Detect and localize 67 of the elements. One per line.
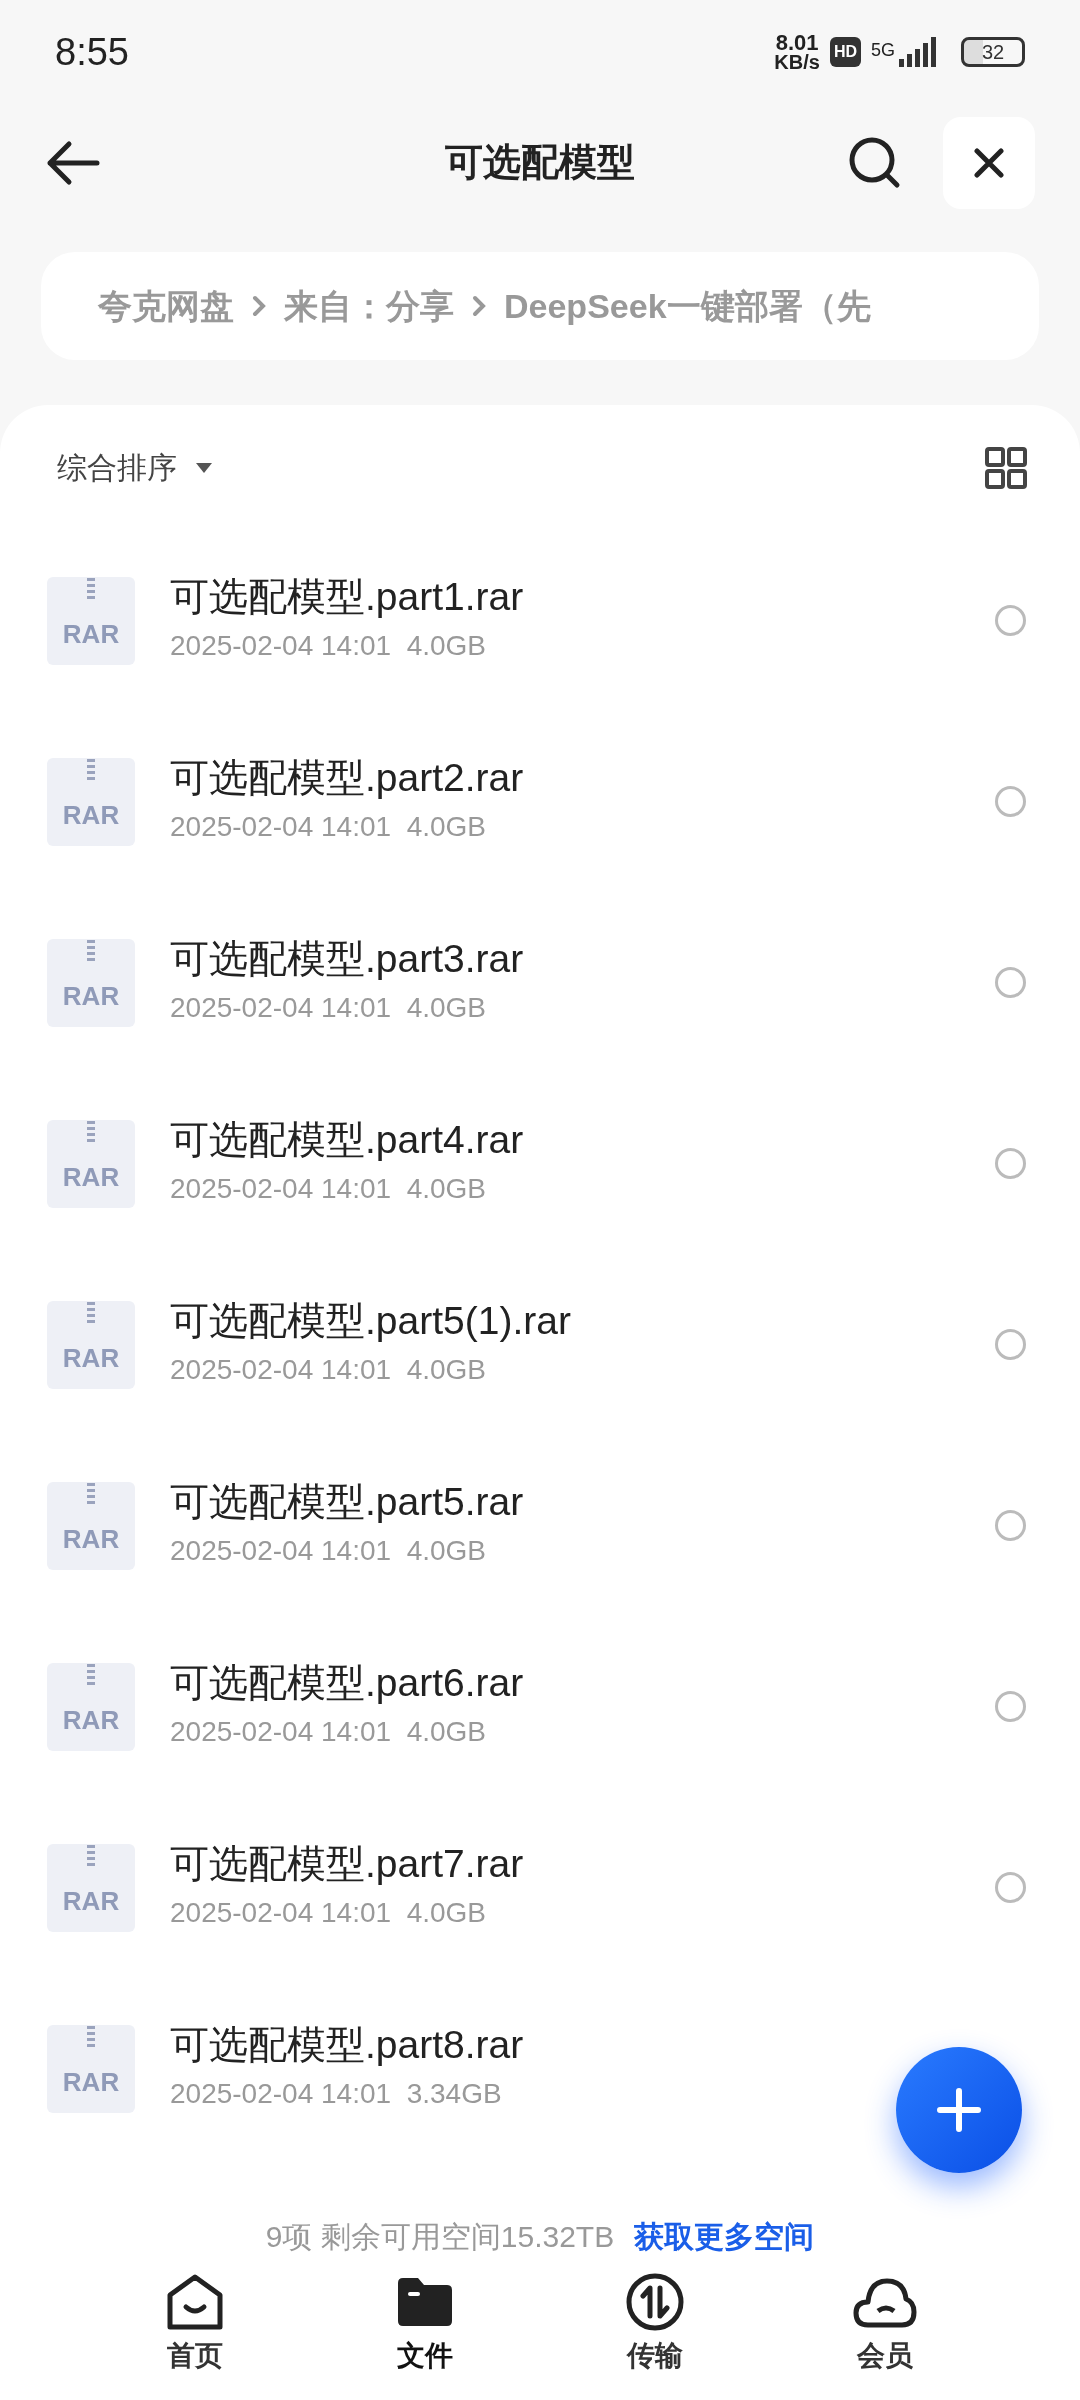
get-more-space-link[interactable]: 获取更多空间 <box>634 2214 815 2259</box>
file-type-label: RAR <box>62 1341 120 1375</box>
back-arrow-icon[interactable] <box>45 139 101 186</box>
file-name: 可选配模型.part5.rar <box>170 1479 524 1526</box>
file-type-label: RAR <box>62 2065 120 2099</box>
file-name: 可选配模型.part1.rar <box>170 574 524 621</box>
nav-tab[interactable]: 会员 <box>770 2271 1000 2377</box>
file-meta: 2025-02-04 14:01 4.0GB <box>170 628 487 663</box>
page-title: 可选配模型 <box>445 140 635 185</box>
file-row[interactable]: RAR 可选配模型.part1.rar 2025-02-04 14:01 4.0GB <box>0 530 1080 711</box>
file-name: 可选配模型.part4.rar <box>170 1117 524 1164</box>
file-meta: 2025-02-04 14:01 4.0GB <box>170 1352 487 1387</box>
file-meta: 2025-02-04 14:01 4.0GB <box>170 1895 487 1930</box>
status-time: 8:55 <box>55 29 129 75</box>
nav-tab[interactable]: 传输 <box>540 2271 770 2377</box>
network-type: 5G <box>871 39 895 62</box>
chevron-right-icon <box>252 295 266 317</box>
file-row[interactable]: RAR 可选配模型.part5.rar 2025-02-04 14:01 4.0GB <box>0 1435 1080 1616</box>
file-meta: 2025-02-04 14:01 4.0GB <box>170 1533 487 1568</box>
file-type-label: RAR <box>62 979 120 1013</box>
select-radio[interactable] <box>995 605 1026 636</box>
select-radio[interactable] <box>995 1691 1026 1722</box>
select-radio[interactable] <box>995 967 1026 998</box>
storage-summary: 9项 剩余可用空间15.32TB <box>265 2219 615 2255</box>
nav-tab[interactable]: 首页 <box>80 2271 310 2377</box>
nav-tab[interactable]: 文件 <box>310 2271 540 2377</box>
file-type-label: RAR <box>62 1160 120 1194</box>
file-name: 可选配模型.part6.rar <box>170 1660 524 1707</box>
select-radio[interactable] <box>995 1510 1026 1541</box>
sort-dropdown[interactable]: 综合排序 <box>57 445 213 490</box>
select-radio[interactable] <box>995 1872 1026 1903</box>
file-name: 可选配模型.part8.rar <box>170 2022 524 2069</box>
file-type-label: RAR <box>62 617 120 651</box>
file-meta: 2025-02-04 14:01 3.34GB <box>170 2076 503 2111</box>
file-row[interactable]: RAR 可选配模型.part4.rar 2025-02-04 14:01 4.0GB <box>0 1073 1080 1254</box>
file-type-label: RAR <box>62 1884 120 1918</box>
file-name: 可选配模型.part5(1).rar <box>170 1298 571 1345</box>
file-row[interactable]: RAR 可选配模型.part3.rar 2025-02-04 14:01 4.0GB <box>0 892 1080 1073</box>
signal-icon <box>899 37 939 67</box>
close-icon <box>974 147 1004 178</box>
file-row[interactable]: RAR 可选配模型.part5(1).rar 2025-02-04 14:01 4.0GB <box>0 1254 1080 1435</box>
file-name: 可选配模型.part3.rar <box>170 936 524 983</box>
transfer-icon <box>625 2272 685 2332</box>
battery-indicator: 32 <box>961 37 1025 67</box>
file-meta: 2025-02-04 14:01 4.0GB <box>170 1171 487 1206</box>
hd-badge: HD <box>829 37 861 67</box>
file-type-label: RAR <box>62 1703 120 1737</box>
file-meta: 2025-02-04 14:01 4.0GB <box>170 1714 487 1749</box>
select-radio[interactable] <box>995 1329 1026 1360</box>
file-row[interactable]: RAR 可选配模型.part7.rar 2025-02-04 14:01 4.0GB <box>0 1797 1080 1978</box>
network-speed: 8.01 KB/s <box>774 33 820 71</box>
file-row[interactable]: RAR 可选配模型.part2.rar 2025-02-04 14:01 4.0GB <box>0 711 1080 892</box>
file-row[interactable]: RAR 可选配模型.part6.rar 2025-02-04 14:01 4.0GB <box>0 1616 1080 1797</box>
close-button[interactable] <box>943 116 1035 209</box>
caret-down-icon <box>195 461 213 474</box>
plus-icon <box>937 2088 981 2132</box>
select-radio[interactable] <box>995 1148 1026 1179</box>
file-type-label: RAR <box>62 798 120 832</box>
select-radio[interactable] <box>995 786 1026 817</box>
grid-view-icon[interactable] <box>985 446 1027 489</box>
file-meta: 2025-02-04 14:01 4.0GB <box>170 809 487 844</box>
file-type-label: RAR <box>62 1522 120 1556</box>
file-name: 可选配模型.part7.rar <box>170 1841 524 1888</box>
file-row[interactable]: RAR 可选配模型.part8.rar 2025-02-04 14:01 3.34GB <box>0 1978 1080 2159</box>
file-meta: 2025-02-04 14:01 4.0GB <box>170 990 487 1025</box>
chevron-right-icon <box>472 295 486 317</box>
file-name: 可选配模型.part2.rar <box>170 755 524 802</box>
